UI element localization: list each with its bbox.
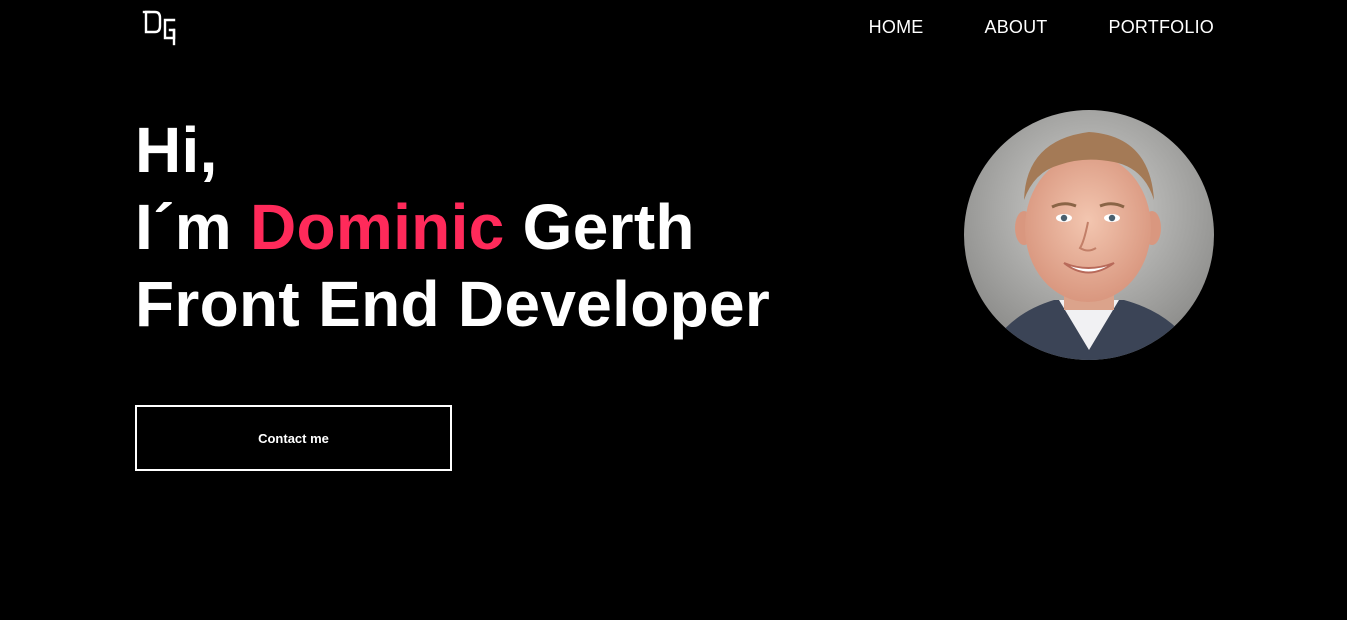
- hero-greeting: Hi,: [135, 114, 218, 186]
- dg-monogram-svg: [142, 10, 176, 46]
- nav-portfolio-link[interactable]: PORTFOLIO: [1109, 15, 1215, 39]
- main-nav: HOME ABOUT PORTFOLIO: [869, 15, 1214, 39]
- hero-role: Front End Developer: [135, 268, 771, 340]
- nav-about-link[interactable]: ABOUT: [984, 15, 1047, 39]
- hero-name-line: I´m Dominic Gerth: [135, 189, 770, 266]
- profile-photo-icon: [964, 110, 1214, 360]
- nav-home-link[interactable]: HOME: [869, 15, 924, 39]
- profile-avatar: [964, 110, 1214, 360]
- portfolio-page: HOME ABOUT PORTFOLIO Hi, I´m Dominic Ger…: [0, 0, 1347, 620]
- hero-heading: Hi, I´m Dominic Gerth Front End Develope…: [135, 112, 770, 343]
- dg-logo-icon[interactable]: [141, 8, 179, 46]
- contact-me-button[interactable]: Contact me: [135, 405, 452, 471]
- hero-last-name: Gerth: [504, 191, 695, 263]
- hero-intro-prefix: I´m: [135, 191, 250, 263]
- hero-first-name: Dominic: [249, 191, 505, 263]
